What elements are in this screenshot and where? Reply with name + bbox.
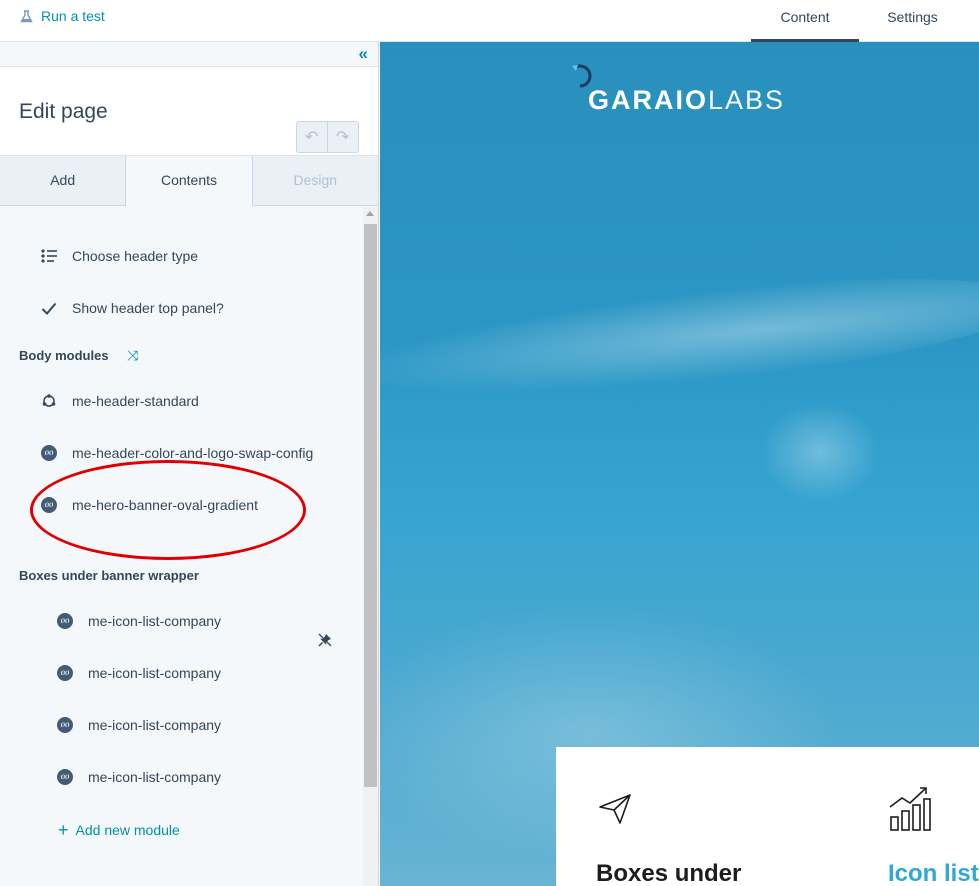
module-icon: ዐዐ <box>56 664 74 682</box>
list-item-show-header-top-panel[interactable]: Show header top panel? <box>40 299 224 317</box>
module-outline-icon <box>40 392 58 410</box>
contents-list: Choose header type Show header top panel… <box>0 207 363 886</box>
module-icon: ዐዐ <box>56 612 74 630</box>
module-label: me-header-color-and-logo-swap-config <box>72 445 314 461</box>
module-item-icon-list[interactable]: ዐዐ me-icon-list-company <box>56 664 221 682</box>
section-body-modules: Body modules <box>19 348 109 363</box>
add-module-label: Add new module <box>75 822 180 838</box>
sort-icon[interactable]: ⤨ <box>127 347 138 364</box>
scroll-up-arrow-icon[interactable] <box>366 211 374 216</box>
module-label: me-hero-banner-oval-gradient <box>72 497 258 513</box>
card-heading-boxes: Boxes under <box>596 860 742 886</box>
card-heading-icon-list: Icon list <box>888 860 979 886</box>
list-item-label: Choose header type <box>72 248 199 264</box>
tab-settings[interactable]: Settings <box>870 0 955 42</box>
run-test-button[interactable]: Run a test <box>20 8 105 24</box>
boxes-card: Boxes under Icon list <box>556 747 979 886</box>
module-icon: ዐዐ <box>40 444 58 462</box>
pin-icon[interactable] <box>318 633 332 650</box>
run-test-label: Run a test <box>41 8 105 24</box>
logo-text: GARAIOLABS <box>588 85 785 116</box>
logo-bold-text: GARAIO <box>588 85 708 115</box>
sidebar-tabs: Add Contents Design <box>0 156 378 206</box>
page-title: Edit page <box>19 100 108 123</box>
undo-icon[interactable]: ↶ <box>297 122 328 152</box>
module-item-hero-banner[interactable]: ዐዐ me-hero-banner-oval-gradient <box>40 496 258 514</box>
growth-chart-icon <box>889 787 931 831</box>
sidebar-scrollbar[interactable] <box>363 207 378 886</box>
list-item-choose-header-type[interactable]: Choose header type <box>40 247 198 265</box>
module-label: me-icon-list-company <box>88 769 222 785</box>
list-settings-icon <box>40 247 58 265</box>
flask-icon <box>20 9 33 22</box>
module-label: me-icon-list-company <box>88 717 222 733</box>
section-boxes-wrapper: Boxes under banner wrapper <box>19 568 199 583</box>
tab-contents[interactable]: Contents <box>126 156 253 206</box>
tab-add[interactable]: Add <box>0 156 127 205</box>
module-item-icon-list[interactable]: ዐዐ me-icon-list-company <box>56 768 221 786</box>
scroll-thumb[interactable] <box>364 224 377 787</box>
module-icon: ዐዐ <box>56 716 74 734</box>
list-item-label: Show header top panel? <box>72 300 224 316</box>
module-icon: ዐዐ <box>40 496 58 514</box>
module-item-header-standard[interactable]: me-header-standard <box>40 392 199 410</box>
undo-redo-group: ↶ ↷ <box>296 121 359 153</box>
plus-icon: + <box>58 820 69 840</box>
cloud-decoration <box>760 402 880 502</box>
page-preview: GARAIOLABS Boxes under Icon list <box>380 42 979 886</box>
paper-plane-icon <box>599 794 631 824</box>
top-bar: Run a test Content Settings <box>0 0 979 42</box>
logo-light-text: LABS <box>708 85 786 115</box>
edit-page-header: Edit page ↶ ↷ <box>0 67 378 156</box>
module-label: me-icon-list-company <box>88 665 222 681</box>
checkmark-icon <box>40 299 58 317</box>
module-item-icon-list[interactable]: ዐዐ me-icon-list-company <box>56 612 221 630</box>
module-label: me-header-standard <box>72 393 199 409</box>
module-item-icon-list[interactable]: ዐዐ me-icon-list-company <box>56 716 221 734</box>
collapse-row: « <box>0 42 378 67</box>
module-item-header-color-logo[interactable]: ዐዐ me-header-color-and-logo-swap-config <box>40 444 313 462</box>
tab-design[interactable]: Design <box>253 156 378 205</box>
tab-content[interactable]: Content <box>751 0 859 42</box>
editor-sidebar: « Edit page ↶ ↷ Add Contents Design Choo… <box>0 42 379 886</box>
double-chevron-left-icon[interactable]: « <box>359 45 368 63</box>
module-label: me-icon-list-company <box>88 613 222 629</box>
module-icon: ዐዐ <box>56 768 74 786</box>
add-new-module-button[interactable]: + Add new module <box>58 820 180 840</box>
cloud-decoration <box>380 255 979 419</box>
redo-icon[interactable]: ↷ <box>328 122 358 152</box>
